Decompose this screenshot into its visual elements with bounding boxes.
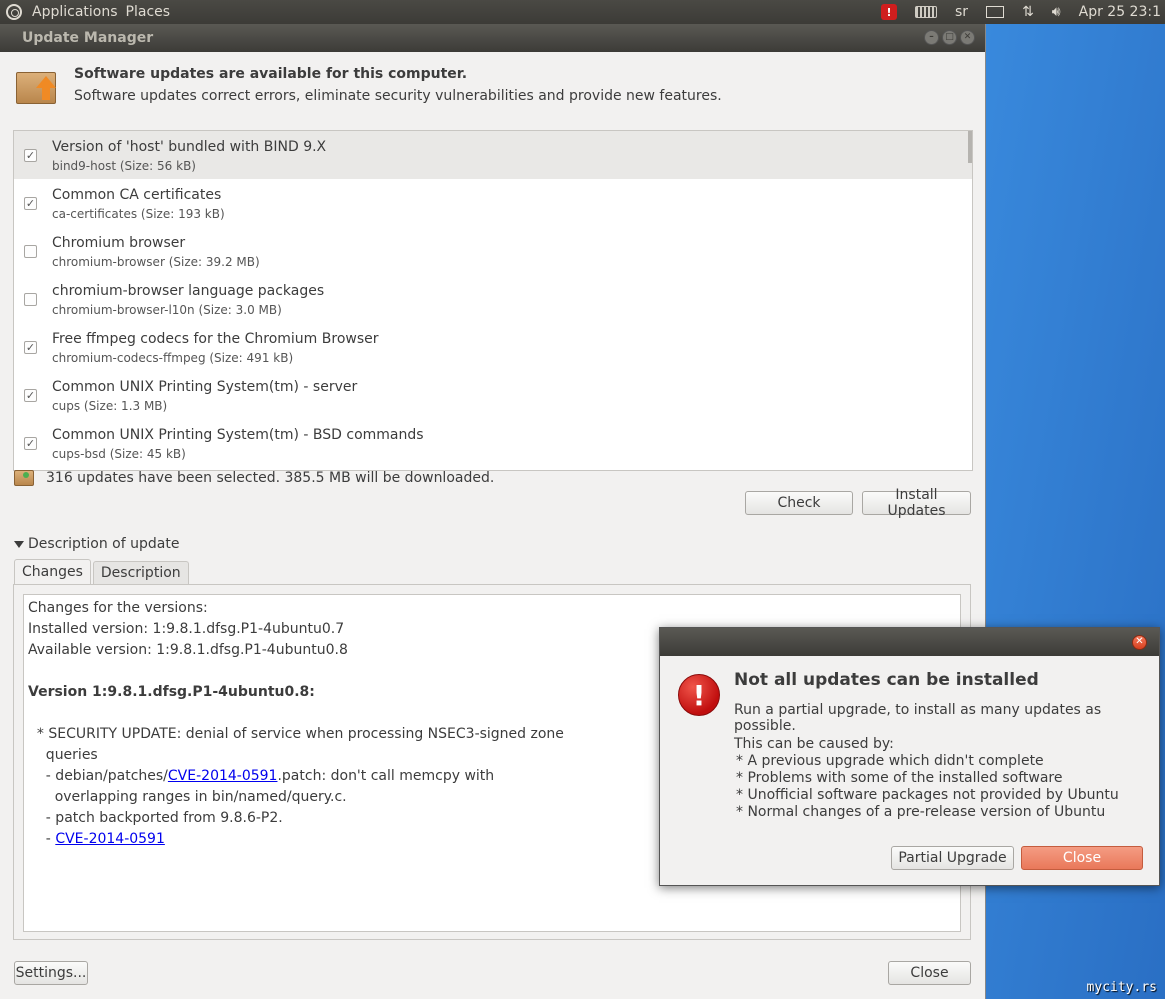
installed-version-line: Installed version: 1:9.8.1.dfsg.P1-4ubun… [28, 621, 345, 637]
cve-link[interactable]: CVE-2014-0591 [168, 768, 278, 784]
package-row[interactable]: ✓ Common UNIX Printing System(tm) - serve… [14, 371, 972, 419]
software-update-icon [14, 62, 60, 106]
dialog-titlebar[interactable]: ✕ [660, 628, 1159, 656]
package-icon [14, 470, 34, 486]
package-detail: chromium-browser (Size: 39.2 MB) [52, 255, 260, 269]
selection-summary: 316 updates have been selected. 385.5 MB… [14, 470, 494, 486]
cause-item: * Problems with some of the installed so… [736, 770, 1063, 786]
watermark: mycity.rs [1086, 980, 1157, 995]
patch-prefix: - debian/patches/ [28, 768, 168, 784]
maximize-icon[interactable]: □ [942, 30, 957, 45]
package-detail: bind9-host (Size: 56 kB) [52, 159, 196, 173]
package-name: Version of 'host' bundled with BIND 9.X [52, 139, 327, 155]
error-icon: ! [678, 674, 720, 716]
patch-suffix: .patch: don't call memcpy with [277, 768, 495, 784]
cause-item: * Normal changes of a pre-release versio… [736, 804, 1106, 820]
dialog-close-icon[interactable]: ✕ [1132, 635, 1147, 650]
applications-menu[interactable]: Applications [32, 4, 118, 20]
package-detail: ca-certificates (Size: 193 kB) [52, 207, 225, 221]
tab-description[interactable]: Description [92, 561, 189, 584]
settings-button[interactable]: Settings... [14, 961, 88, 985]
package-row[interactable]: ✓ Common UNIX Printing System(tm) - BSD c… [14, 419, 972, 467]
package-checkbox[interactable] [24, 245, 37, 258]
close-icon[interactable]: ✕ [960, 30, 975, 45]
expander-arrow-icon [14, 540, 24, 548]
package-row[interactable]: chromium-browser language packages chromi… [14, 275, 972, 323]
network-icon[interactable]: ⇅ [1022, 4, 1034, 20]
system-tray: ! sr ⇅ 🔊︎ Apr 25 23:1 [881, 0, 1165, 24]
window-titlebar[interactable]: Update Manager – □ ✕ [0, 24, 985, 52]
minimize-icon[interactable]: – [924, 30, 939, 45]
volume-icon[interactable]: 🔊︎ [1052, 4, 1061, 20]
package-row[interactable]: ✓ Free ffmpeg codecs for the Chromium Bro… [14, 323, 972, 371]
cause-item: * Unofficial software packages not provi… [736, 787, 1119, 803]
package-detail: cups-bsd (Size: 45 kB) [52, 447, 186, 461]
mail-icon[interactable] [986, 6, 1005, 18]
check-button[interactable]: Check [745, 491, 853, 515]
cve-link-2[interactable]: CVE-2014-0591 [55, 831, 165, 847]
dialog-causes: This can be caused by: * A previous upgr… [734, 736, 1119, 821]
summary-text: 316 updates have been selected. 385.5 MB… [46, 470, 495, 486]
package-checkbox[interactable] [24, 293, 37, 306]
package-name: Common UNIX Printing System(tm) - server [52, 379, 358, 395]
security-line-cont: queries [28, 747, 98, 763]
patch-line-cont: overlapping ranges in bin/named/query.c. [28, 789, 347, 805]
dialog-message: Run a partial upgrade, to install as man… [734, 702, 1102, 734]
keyboard-layout-indicator[interactable]: sr [955, 4, 968, 20]
header-title: Software updates are available for this … [74, 66, 468, 82]
backport-line: - patch backported from 9.8.6-P2. [28, 810, 283, 826]
ubuntu-logo-icon[interactable] [6, 4, 22, 20]
tab-changes[interactable]: Changes [14, 559, 91, 584]
package-detail: chromium-browser-l10n (Size: 3.0 MB) [52, 303, 282, 317]
partial-upgrade-button[interactable]: Partial Upgrade [891, 846, 1014, 870]
install-updates-button[interactable]: Install Updates [862, 487, 971, 519]
description-tabs: Changes Description [14, 559, 189, 584]
security-line: * SECURITY UPDATE: denial of service whe… [28, 726, 564, 742]
package-checkbox[interactable]: ✓ [24, 197, 37, 210]
package-detail: cups (Size: 1.3 MB) [52, 399, 168, 413]
package-name: Common CA certificates [52, 187, 222, 203]
cause-item: * A previous upgrade which didn't comple… [736, 753, 1044, 769]
package-checkbox[interactable]: ✓ [24, 149, 37, 162]
description-expander[interactable]: Description of update [14, 536, 179, 552]
version-heading: Version 1:9.8.1.dfsg.P1-4ubuntu0.8: [28, 684, 315, 700]
package-row[interactable]: ✓ Common CA certificates ca-certificates (… [14, 179, 972, 227]
header-subtitle: Software updates correct errors, elimina… [74, 88, 722, 104]
changes-line: Changes for the versions: [28, 600, 208, 616]
package-name: Common UNIX Printing System(tm) - BSD co… [52, 427, 424, 443]
places-menu[interactable]: Places [126, 4, 171, 20]
dialog-title: Not all updates can be installed [734, 670, 1039, 690]
cve-prefix: - [28, 831, 56, 847]
keyboard-icon[interactable] [915, 6, 937, 18]
available-version-line: Available version: 1:9.8.1.dfsg.P1-4ubun… [28, 642, 348, 658]
partial-upgrade-dialog: ✕ ! Not all updates can be installed Run… [659, 627, 1160, 886]
package-list[interactable]: ✓ Version of 'host' bundled with BIND 9.X… [13, 130, 973, 471]
package-row[interactable]: Chromium browser chromium-browser (Size: … [14, 227, 972, 275]
package-row[interactable]: ✓ Version of 'host' bundled with BIND 9.X… [14, 131, 972, 179]
window-title: Update Manager [22, 30, 154, 46]
package-name: Free ffmpeg codecs for the Chromium Brow… [52, 331, 379, 347]
package-name: Chromium browser [52, 235, 186, 251]
package-name: chromium-browser language packages [52, 283, 325, 299]
expander-label: Description of update [28, 536, 180, 552]
package-checkbox[interactable]: ✓ [24, 437, 37, 450]
top-panel: Applications Places ! sr ⇅ 🔊︎ Apr 25 23:… [0, 0, 1165, 24]
close-button[interactable]: Close [888, 961, 971, 985]
package-checkbox[interactable]: ✓ [24, 389, 37, 402]
update-alert-icon[interactable]: ! [881, 4, 897, 20]
dialog-close-button[interactable]: Close [1021, 846, 1143, 870]
scrollbar[interactable] [968, 131, 972, 163]
causes-heading: This can be caused by: [734, 736, 894, 752]
package-checkbox[interactable]: ✓ [24, 341, 37, 354]
package-detail: chromium-codecs-ffmpeg (Size: 491 kB) [52, 351, 294, 365]
header: Software updates are available for this … [14, 62, 722, 106]
clock[interactable]: Apr 25 23:1 [1079, 4, 1161, 20]
